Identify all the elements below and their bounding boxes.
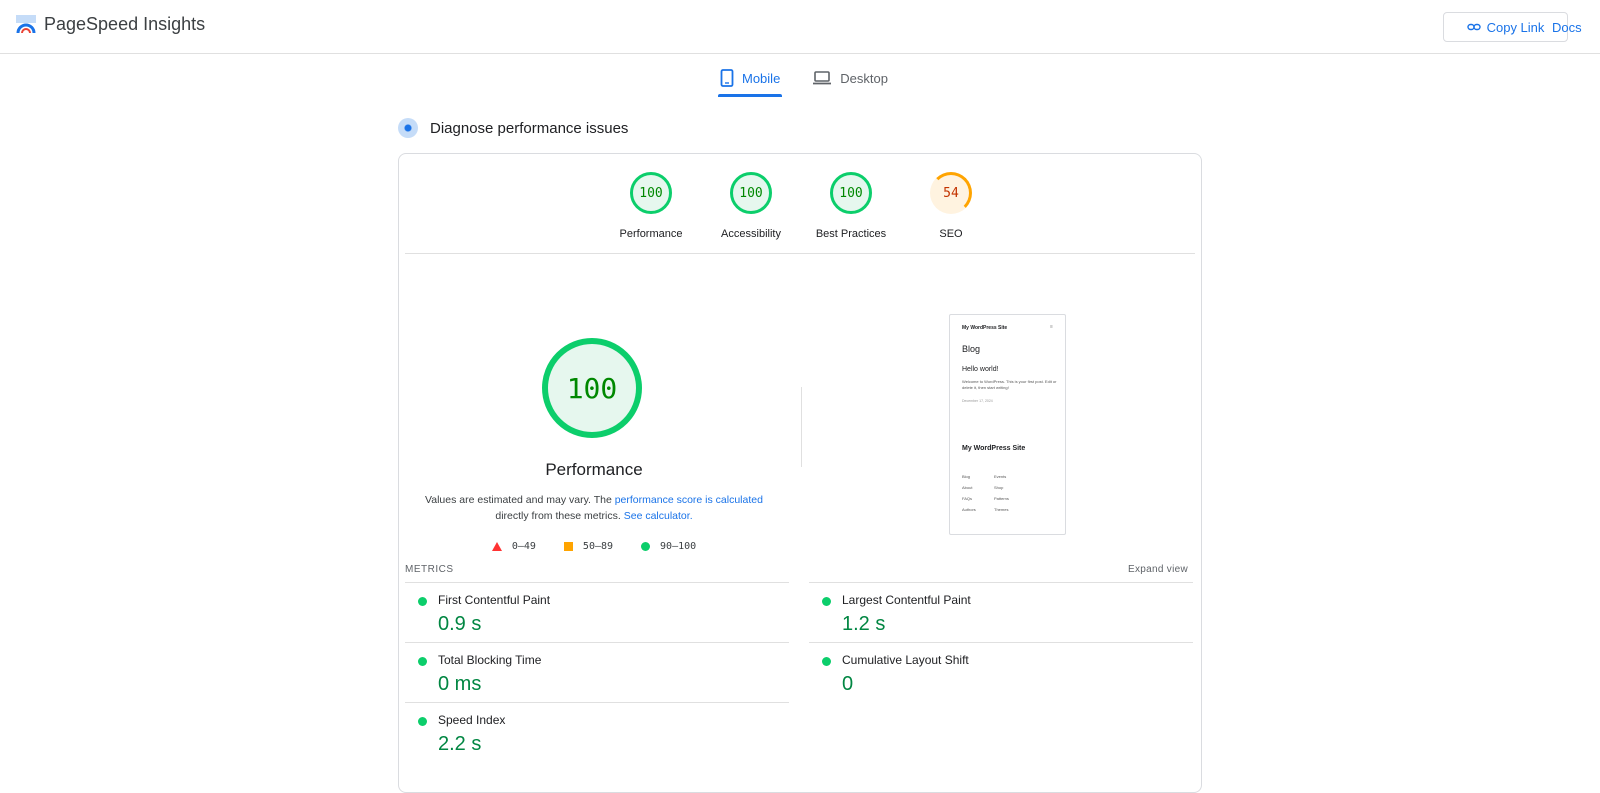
metrics-grid: First Contentful Paint 0.9 s Largest Con…	[405, 582, 1193, 762]
good-status-icon	[822, 657, 831, 666]
diagnose-icon	[398, 118, 418, 138]
screenshot-footer-title: My WordPress Site	[962, 445, 1026, 452]
gauge-score: 100	[730, 172, 772, 214]
footer-link: Authors	[962, 507, 976, 512]
menu-icon: ≡	[1050, 324, 1053, 330]
footer-link: Events	[994, 474, 1007, 479]
legend-average: 50–89	[563, 541, 614, 552]
gauge-seo[interactable]: 54 SEO	[921, 172, 981, 240]
vertical-divider	[801, 387, 802, 467]
footer-link: FAQs	[962, 496, 973, 501]
diagnose-section-header: Diagnose performance issues	[398, 118, 628, 138]
footer-link: About	[962, 485, 973, 490]
legend-poor: 0–49	[491, 541, 536, 552]
circle-icon	[641, 542, 651, 551]
gauge-performance[interactable]: 100 Performance	[619, 172, 683, 240]
gauge-score: 100	[830, 172, 872, 214]
screenshot-heading: Blog	[962, 344, 981, 354]
footer-link: Patterns	[994, 496, 1009, 501]
legend-good: 90–100	[641, 541, 696, 552]
gauge-label: Performance	[619, 228, 683, 240]
metric-value: 0 ms	[438, 673, 482, 695]
score-legend: 0–49 50–89 90–100	[399, 541, 789, 552]
gauge-score: 100	[630, 172, 672, 214]
legend-label: 90–100	[660, 541, 697, 552]
screenshot-post-title: Hello world!	[962, 366, 999, 373]
tab-desktop-label: Desktop	[840, 70, 888, 86]
note-text: Values are estimated and may vary. The	[425, 494, 615, 506]
metric-label: Cumulative Layout Shift	[842, 653, 969, 667]
screenshot-footer-links: Blog Events About Shop FAQs Patterns Aut…	[962, 474, 1022, 512]
screenshot-post-body: Welcome to WordPress. This is your first…	[962, 379, 1057, 390]
gauge-label: Accessibility	[721, 228, 781, 240]
good-status-icon	[418, 597, 427, 606]
note-text: directly from these metrics.	[495, 510, 624, 522]
divider	[405, 253, 1195, 254]
metric-value: 2.2 s	[438, 733, 482, 755]
score-gauges: 100 Performance 100 Accessibility 100 Be…	[399, 172, 1203, 240]
metric-value: 0.9 s	[438, 613, 482, 635]
laptop-icon	[813, 71, 832, 85]
tab-mobile[interactable]: Mobile	[718, 62, 783, 97]
metric-label: Speed Index	[438, 713, 506, 727]
legend-label: 50–89	[582, 541, 614, 552]
metric-value: 1.2 s	[842, 613, 886, 635]
see-calculator-link[interactable]: See calculator.	[624, 510, 693, 522]
performance-title: Performance	[545, 460, 643, 479]
metric-total-blocking-time: Total Blocking Time 0 ms	[405, 642, 789, 702]
gauge-label: Best Practices	[815, 228, 887, 240]
phone-icon	[720, 69, 734, 87]
performance-score-link[interactable]: performance score is calculated	[615, 494, 763, 506]
good-status-icon	[418, 717, 427, 726]
square-icon	[563, 542, 573, 551]
report-card: 100 Performance 100 Accessibility 100 Be…	[398, 153, 1202, 793]
gauge-best-practices[interactable]: 100 Best Practices	[816, 172, 886, 240]
metric-value: 0	[842, 673, 854, 695]
performance-score-gauge: 100	[542, 338, 642, 438]
metric-speed-index: Speed Index 2.2 s	[405, 702, 789, 762]
gauge-accessibility[interactable]: 100 Accessibility	[721, 172, 781, 240]
docs-link[interactable]: Docs	[1552, 20, 1582, 35]
legend-label: 0–49	[511, 541, 536, 552]
footer-link: Blog	[962, 474, 971, 479]
app-title: PageSpeed Insights	[44, 14, 206, 34]
metric-label: First Contentful Paint	[438, 593, 551, 607]
metric-largest-contentful-paint: Largest Contentful Paint 1.2 s	[809, 582, 1193, 642]
gauge-label: SEO	[939, 228, 963, 240]
copy-link-label: Copy Link	[1486, 19, 1545, 35]
screenshot-post-date: December 17, 2024	[962, 399, 993, 403]
metric-cumulative-layout-shift: Cumulative Layout Shift 0	[809, 642, 1193, 702]
device-tabs: Mobile Desktop	[718, 62, 890, 97]
expand-view-button[interactable]: Expand view	[1128, 564, 1188, 575]
tab-desktop[interactable]: Desktop	[810, 62, 890, 94]
gauge-score: 54	[930, 172, 972, 214]
metric-label: Largest Contentful Paint	[842, 593, 971, 607]
metric-first-contentful-paint: First Contentful Paint 0.9 s	[405, 582, 789, 642]
metrics-heading: METRICS	[405, 564, 454, 575]
link-icon	[1466, 23, 1481, 31]
brand[interactable]: PageSpeed Insights	[16, 14, 205, 35]
diagnose-title: Diagnose performance issues	[430, 119, 629, 137]
final-screenshot: My WordPress Site ≡ Blog Hello world! We…	[949, 314, 1066, 535]
metric-label: Total Blocking Time	[438, 653, 542, 667]
good-status-icon	[822, 597, 831, 606]
copy-link-button[interactable]: Copy Link	[1443, 12, 1568, 42]
top-bar: PageSpeed Insights Copy Link Docs	[0, 0, 1600, 54]
screenshot-site-title: My WordPress Site	[962, 325, 1008, 331]
footer-link: Themes	[994, 507, 1009, 512]
pagespeed-logo-icon	[16, 14, 36, 33]
triangle-icon	[491, 542, 502, 551]
footer-link: Shop	[994, 485, 1004, 490]
score-note: Values are estimated and may vary. The p…	[419, 492, 769, 524]
tab-mobile-label: Mobile	[742, 70, 781, 86]
good-status-icon	[418, 657, 427, 666]
